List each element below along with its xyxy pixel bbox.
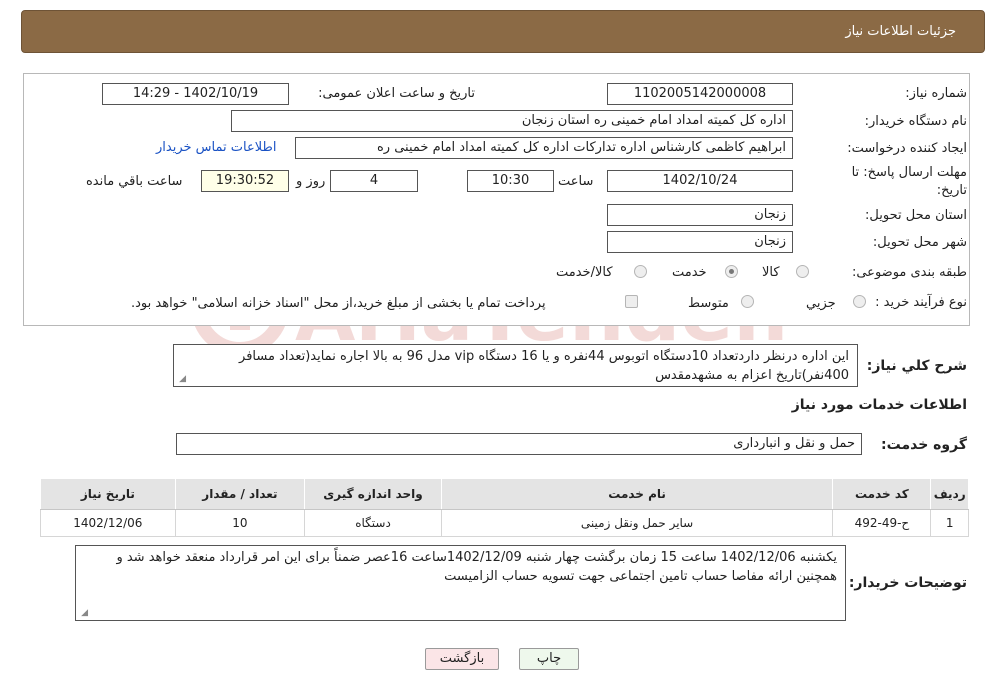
creator-label: ایجاد کننده درخواست: [847, 141, 967, 156]
category-radio-goods-service[interactable] [634, 265, 647, 278]
category-option-goods-service: کالا/خدمت [556, 265, 613, 280]
services-table: ردیف کد خدمت نام خدمت واحد اندازه گیری ت… [40, 478, 969, 537]
buyer-notes-textarea[interactable]: یکشنبه 1402/12/06 ساعت 15 زمان برگشت چها… [75, 545, 846, 621]
treasury-payment-checkbox[interactable] [625, 295, 638, 308]
table-header-row: ردیف کد خدمت نام خدمت واحد اندازه گیری ت… [40, 478, 969, 510]
category-radio-service[interactable] [725, 265, 738, 278]
category-label: طبقه بندی موضوعی: [851, 265, 967, 280]
need-number-label: شماره نیاز: [905, 86, 967, 101]
col-header-service-code: کد خدمت [832, 478, 932, 510]
col-header-quantity: تعداد / مقدار [174, 478, 306, 510]
province-field: زنجان [607, 204, 793, 226]
category-option-service: خدمت [672, 265, 707, 280]
process-type-label: نوع فرآیند خرید : [875, 295, 967, 310]
page-title: جزئیات اطلاعات نیاز [845, 24, 956, 39]
category-radio-goods[interactable] [796, 265, 809, 278]
process-option-minor: جزیي [806, 296, 836, 311]
cell-row-number: 1 [930, 509, 969, 537]
description-text: این اداره درنظر داردتعداد 10دستگاه اتوبو… [239, 349, 849, 383]
treasury-payment-label: پرداخت تمام یا بخشی از مبلغ خرید،از محل … [131, 296, 546, 311]
buyer-org-label: نام دستگاه خریدار: [864, 114, 967, 129]
resize-grip-icon[interactable]: ◢ [78, 608, 88, 618]
resize-grip-icon[interactable]: ◢ [176, 374, 186, 384]
days-label: روز و [296, 174, 326, 189]
service-group-label: گروه خدمت: [881, 437, 967, 453]
description-textarea[interactable]: این اداره درنظر داردتعداد 10دستگاه اتوبو… [173, 344, 858, 387]
buyer-notes-label: توضیحات خریدار: [848, 575, 967, 591]
service-group-field: حمل و نقل و انبارداری [176, 433, 862, 455]
city-field: زنجان [607, 231, 793, 253]
col-header-need-date: تاریخ نیاز [40, 478, 176, 510]
announce-date-label: تاریخ و ساعت اعلان عمومی: [318, 86, 475, 101]
need-number-field: 1102005142000008 [607, 83, 793, 105]
cell-service-code: ح-49-492 [832, 509, 932, 537]
print-button[interactable]: چاپ [519, 648, 579, 670]
process-radio-medium[interactable] [741, 295, 754, 308]
deadline-label-date: تاریخ: [936, 183, 967, 198]
deadline-time-label: ساعت [558, 174, 594, 189]
announce-date-field: 1402/10/19 - 14:29 [102, 83, 289, 105]
cell-quantity: 10 [174, 509, 306, 537]
back-button[interactable]: بازگشت [425, 648, 499, 670]
col-header-row-number: ردیف [930, 478, 969, 510]
cell-unit: دستگاه [304, 509, 442, 537]
col-header-unit: واحد اندازه گیری [304, 478, 442, 510]
process-radio-minor[interactable] [853, 295, 866, 308]
days-remaining-field: 4 [330, 170, 418, 192]
services-section-title: اطلاعات خدمات مورد نیاز [791, 397, 967, 413]
deadline-label: مهلت ارسال پاسخ: تا [851, 165, 967, 180]
process-option-medium: متوسط [688, 296, 729, 311]
cell-need-date: 1402/12/06 [40, 509, 176, 537]
deadline-time-field: 10:30 [467, 170, 554, 192]
city-label: شهر محل تحویل: [872, 235, 967, 250]
remaining-time-label: ساعت باقي مانده [86, 174, 183, 189]
buyer-notes-text: یکشنبه 1402/12/06 ساعت 15 زمان برگشت چها… [116, 550, 837, 584]
remaining-time-field: 19:30:52 [201, 170, 289, 192]
description-label: شرح كلي نياز: [866, 358, 967, 374]
creator-field: ابراهیم کاظمی کارشناس اداره تدارکات ادار… [295, 137, 793, 159]
deadline-date-field: 1402/10/24 [607, 170, 793, 192]
page-header: جزئیات اطلاعات نیاز [21, 10, 985, 53]
col-header-service-name: نام خدمت [440, 478, 834, 510]
category-option-goods: کالا [762, 265, 780, 280]
buyer-org-field: اداره کل کمیته امداد امام خمینی ره استان… [231, 110, 793, 132]
buyer-contact-link[interactable]: اطلاعات تماس خریدار [156, 140, 276, 155]
table-row: 1 ح-49-492 سایر حمل ونقل زمینی دستگاه 10… [40, 509, 969, 537]
cell-service-name: سایر حمل ونقل زمینی [440, 509, 834, 537]
province-label: استان محل تحویل: [865, 208, 967, 223]
